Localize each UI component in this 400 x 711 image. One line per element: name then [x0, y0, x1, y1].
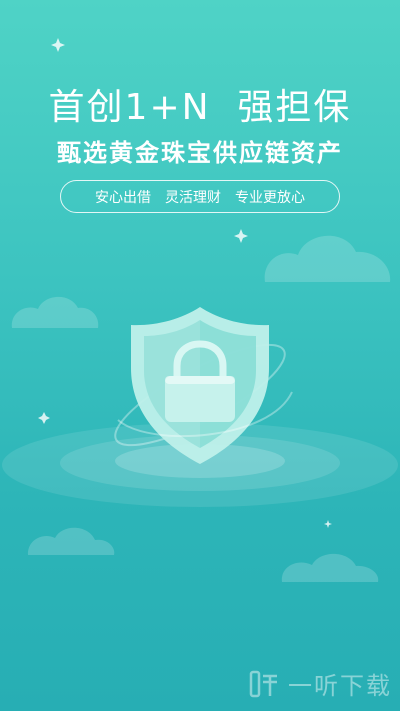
- splash-screen: 首创1+N 强担保 甄选黄金珠宝供应链资产 安心出借 灵活理财 专业更放心 一听…: [0, 0, 400, 711]
- subheadline: 甄选黄金珠宝供应链资产: [57, 139, 343, 167]
- headline: 首创1+N 强担保: [48, 87, 352, 128]
- watermark-text: 一听下载: [288, 672, 392, 700]
- tagline-pill: 安心出借 灵活理财 专业更放心: [60, 180, 340, 213]
- sparkle-icon: [38, 412, 50, 424]
- watermark-logo-icon: [249, 670, 277, 697]
- sparkle-icon: [51, 38, 65, 52]
- sparkle-icon: [324, 520, 332, 528]
- watermark: 一听下载: [248, 666, 392, 701]
- cloud-left: [11, 296, 99, 328]
- tagline-item-professional: 专业更放心: [235, 189, 305, 206]
- tagline-item-flexible: 灵活理财: [165, 189, 221, 206]
- tagline-item-safe: 安心出借: [95, 189, 151, 206]
- sparkle-icon: [234, 229, 248, 243]
- cloud-right: [264, 235, 391, 282]
- cloud-bottom-left: [27, 527, 115, 555]
- cloud-bottom-right: [281, 553, 379, 582]
